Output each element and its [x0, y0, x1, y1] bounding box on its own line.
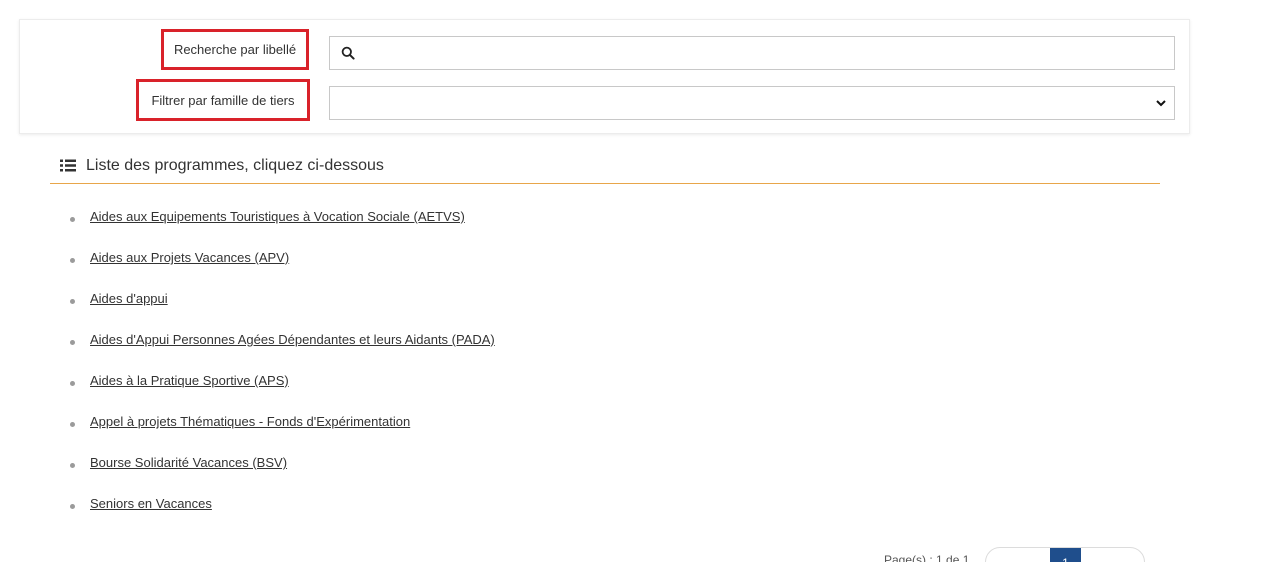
- search-input[interactable]: [361, 38, 1174, 68]
- list-item: Aides aux Equipements Touristiques à Voc…: [70, 196, 495, 237]
- bullet: [70, 299, 75, 304]
- search-icon: [341, 46, 355, 60]
- program-link[interactable]: Aides à la Pratique Sportive (APS): [90, 373, 289, 388]
- section-header: Liste des programmes, cliquez ci-dessous: [50, 148, 1160, 184]
- program-link[interactable]: Aides d'appui: [90, 291, 168, 306]
- list-item: Aides d'Appui Personnes Agées Dépendante…: [70, 319, 495, 360]
- program-list: Aides aux Equipements Touristiques à Voc…: [70, 196, 495, 524]
- family-filter-label-text: Filtrer par famille de tiers: [151, 92, 295, 108]
- bullet: [70, 381, 75, 386]
- search-label-text: Recherche par libellé: [173, 42, 297, 57]
- list-item: Appel à projets Thématiques - Fonds d'Ex…: [70, 401, 495, 442]
- search-field[interactable]: [329, 36, 1175, 70]
- search-label: Recherche par libellé: [161, 29, 309, 70]
- bullet: [70, 217, 75, 222]
- list-item: Bourse Solidarité Vacances (BSV): [70, 442, 495, 483]
- bullet: [70, 504, 75, 509]
- chevron-down-icon: [1156, 100, 1166, 107]
- bullet: [70, 258, 75, 263]
- pagination: 1: [985, 547, 1145, 562]
- list-item: Aides aux Projets Vacances (APV): [70, 237, 495, 278]
- filter-panel: Recherche par libellé Filtrer par famill…: [19, 19, 1190, 134]
- family-filter-label: Filtrer par famille de tiers: [136, 79, 310, 121]
- list-item: Seniors en Vacances: [70, 483, 495, 524]
- program-link[interactable]: Aides d'Appui Personnes Agées Dépendante…: [90, 332, 495, 347]
- pagination-page-current[interactable]: 1: [1050, 548, 1081, 562]
- bullet: [70, 340, 75, 345]
- program-link[interactable]: Bourse Solidarité Vacances (BSV): [90, 455, 287, 470]
- program-link[interactable]: Seniors en Vacances: [90, 496, 212, 511]
- program-link[interactable]: Aides aux Projets Vacances (APV): [90, 250, 289, 265]
- family-filter-select[interactable]: [329, 86, 1175, 120]
- bullet: [70, 463, 75, 468]
- pagination-info: Page(s) : 1 de 1: [884, 553, 970, 562]
- program-link[interactable]: Appel à projets Thématiques - Fonds d'Ex…: [90, 414, 410, 429]
- list-icon: [60, 159, 76, 172]
- bullet: [70, 422, 75, 427]
- section-title: Liste des programmes, cliquez ci-dessous: [86, 156, 384, 174]
- list-item: Aides à la Pratique Sportive (APS): [70, 360, 495, 401]
- list-item: Aides d'appui: [70, 278, 495, 319]
- page: Recherche par libellé Filtrer par famill…: [0, 0, 1287, 562]
- program-link[interactable]: Aides aux Equipements Touristiques à Voc…: [90, 209, 465, 224]
